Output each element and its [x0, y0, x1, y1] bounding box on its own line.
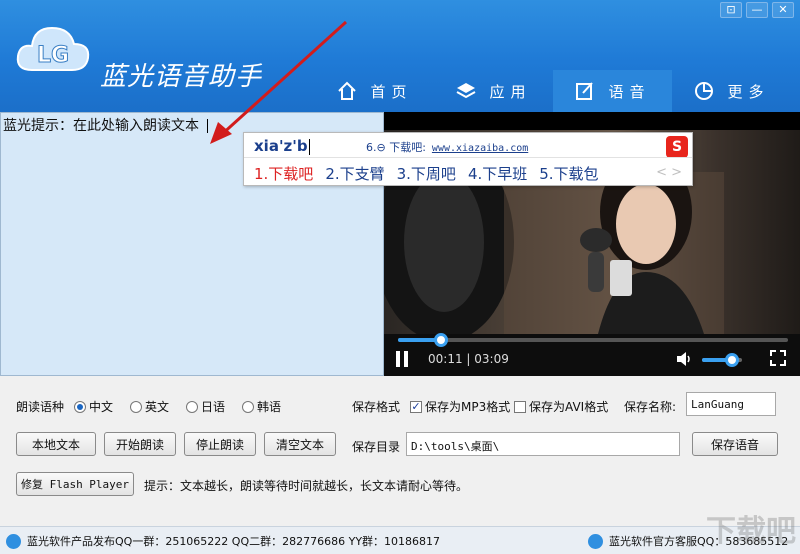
- radio-english-label: 英文: [145, 400, 170, 414]
- status-bar: 蓝光软件产品发布QQ一群：251065222 QQ二群：282776686 YY…: [0, 526, 800, 554]
- save-dir-field[interactable]: D:\tools\桌面\: [406, 432, 680, 456]
- tab-voice[interactable]: 语音: [553, 70, 672, 112]
- edit-icon: [576, 82, 594, 100]
- tab-more[interactable]: 更多: [672, 70, 791, 112]
- radio-chinese-label: 中文: [89, 400, 114, 414]
- pause-icon[interactable]: [396, 351, 410, 367]
- svg-text:LG: LG: [37, 43, 69, 68]
- tab-more-label: 更多: [727, 82, 770, 101]
- ime-candidate[interactable]: 2.下支臂: [325, 163, 384, 184]
- ime-extra-candidate[interactable]: 6.⊖ 下载吧: www.xiazaiba.com: [366, 139, 528, 155]
- save-name-field[interactable]: LanGuang: [686, 392, 776, 416]
- radio-chinese[interactable]: 中文: [74, 398, 113, 415]
- stop-read-button[interactable]: 停止朗读: [184, 432, 256, 456]
- volume-slider[interactable]: [702, 353, 742, 367]
- watermark: 下载吧: [706, 514, 796, 549]
- ime-extra-url: www.xiazaiba.com: [431, 143, 529, 154]
- pie-chart-icon: [695, 82, 714, 100]
- qq-service-icon: [588, 533, 603, 549]
- tab-apps[interactable]: 应用: [434, 70, 553, 112]
- video-top-bar: [384, 112, 800, 130]
- minimize-icon[interactable]: —: [746, 2, 768, 18]
- avi-checkbox-label: 保存为AVI格式: [529, 400, 609, 414]
- player-controls: 00:11 | 03:09: [384, 333, 800, 376]
- fix-flash-button[interactable]: 修复 Flash Player: [16, 472, 134, 496]
- local-text-button[interactable]: 本地文本: [16, 432, 96, 456]
- avi-checkbox[interactable]: 保存为AVI格式: [514, 398, 608, 415]
- clear-text-button[interactable]: 清空文本: [264, 432, 336, 456]
- progress-bar[interactable]: [398, 333, 788, 347]
- ime-candidate[interactable]: 5.下载包: [539, 163, 598, 184]
- status-left: 蓝光软件产品发布QQ一群：251065222 QQ二群：282776686 YY…: [6, 533, 440, 549]
- ime-input: xia'z'b: [254, 137, 310, 155]
- mp3-checkbox-label: 保存为MP3格式: [425, 400, 511, 414]
- start-read-button[interactable]: 开始朗读: [104, 432, 176, 456]
- ime-candidates: 1.下载吧 2.下支臂 3.下周吧 4.下早班 5.下载包: [254, 163, 599, 184]
- ime-candidate[interactable]: 3.下周吧: [397, 163, 456, 184]
- save-name-label: 保存名称:: [624, 400, 677, 414]
- ime-candidate[interactable]: 1.下载吧: [254, 163, 313, 184]
- radio-english[interactable]: 英文: [130, 398, 169, 415]
- window-controls: ⊡ — ✕: [720, 2, 794, 18]
- radio-korean[interactable]: 韩语: [242, 398, 281, 415]
- app-header: LG 蓝光语音助手 ⊡ — ✕ 首页 应用 语音 更多: [0, 0, 800, 112]
- ime-page-arrows[interactable]: < >: [656, 165, 682, 180]
- text-area-tip: 蓝光提示：在此处输入朗读文本: [3, 115, 208, 135]
- time-display: 00:11 | 03:09: [428, 352, 509, 366]
- skin-icon[interactable]: ⊡: [720, 2, 742, 18]
- fullscreen-icon[interactable]: [770, 350, 786, 366]
- mp3-checkbox[interactable]: ✓ 保存为MP3格式: [410, 398, 510, 415]
- layers-icon: [456, 83, 476, 99]
- save-voice-button[interactable]: 保存语音: [692, 432, 778, 456]
- ime-candidate[interactable]: 4.下早班: [468, 163, 527, 184]
- language-label: 朗读语种: [16, 400, 65, 414]
- radio-japanese-label: 日语: [201, 400, 226, 414]
- tab-home-label: 首页: [370, 82, 413, 101]
- options-panel: 朗读语种 中文 英文 日语 韩语 保存格式 ✓ 保存为MP3格式 保存为AVI格式…: [0, 376, 800, 524]
- tab-voice-label: 语音: [608, 82, 651, 101]
- volume-icon[interactable]: [676, 352, 692, 366]
- qq-group-icon: [6, 533, 21, 549]
- hint-text: 提示：文本越长，朗读等待时间就越长，长文本请耐心等待。: [144, 479, 469, 493]
- radio-korean-label: 韩语: [257, 400, 282, 414]
- close-icon[interactable]: ✕: [772, 2, 794, 18]
- app-logo: LG: [16, 26, 90, 71]
- sogou-logo-icon: S: [666, 136, 688, 158]
- ime-candidate-window: xia'z'b 6.⊖ 下载吧: www.xiazaiba.com S 1.下载吧…: [243, 132, 693, 186]
- radio-japanese[interactable]: 日语: [186, 398, 225, 415]
- status-left-text: 蓝光软件产品发布QQ一群：251065222 QQ二群：282776686 YY…: [27, 535, 441, 548]
- main-nav: 首页 应用 语音 更多: [315, 70, 791, 112]
- tab-apps-label: 应用: [489, 82, 532, 101]
- save-dir-label: 保存目录: [352, 440, 401, 454]
- save-format-label: 保存格式: [352, 400, 401, 414]
- arrow-annotation: [210, 20, 348, 144]
